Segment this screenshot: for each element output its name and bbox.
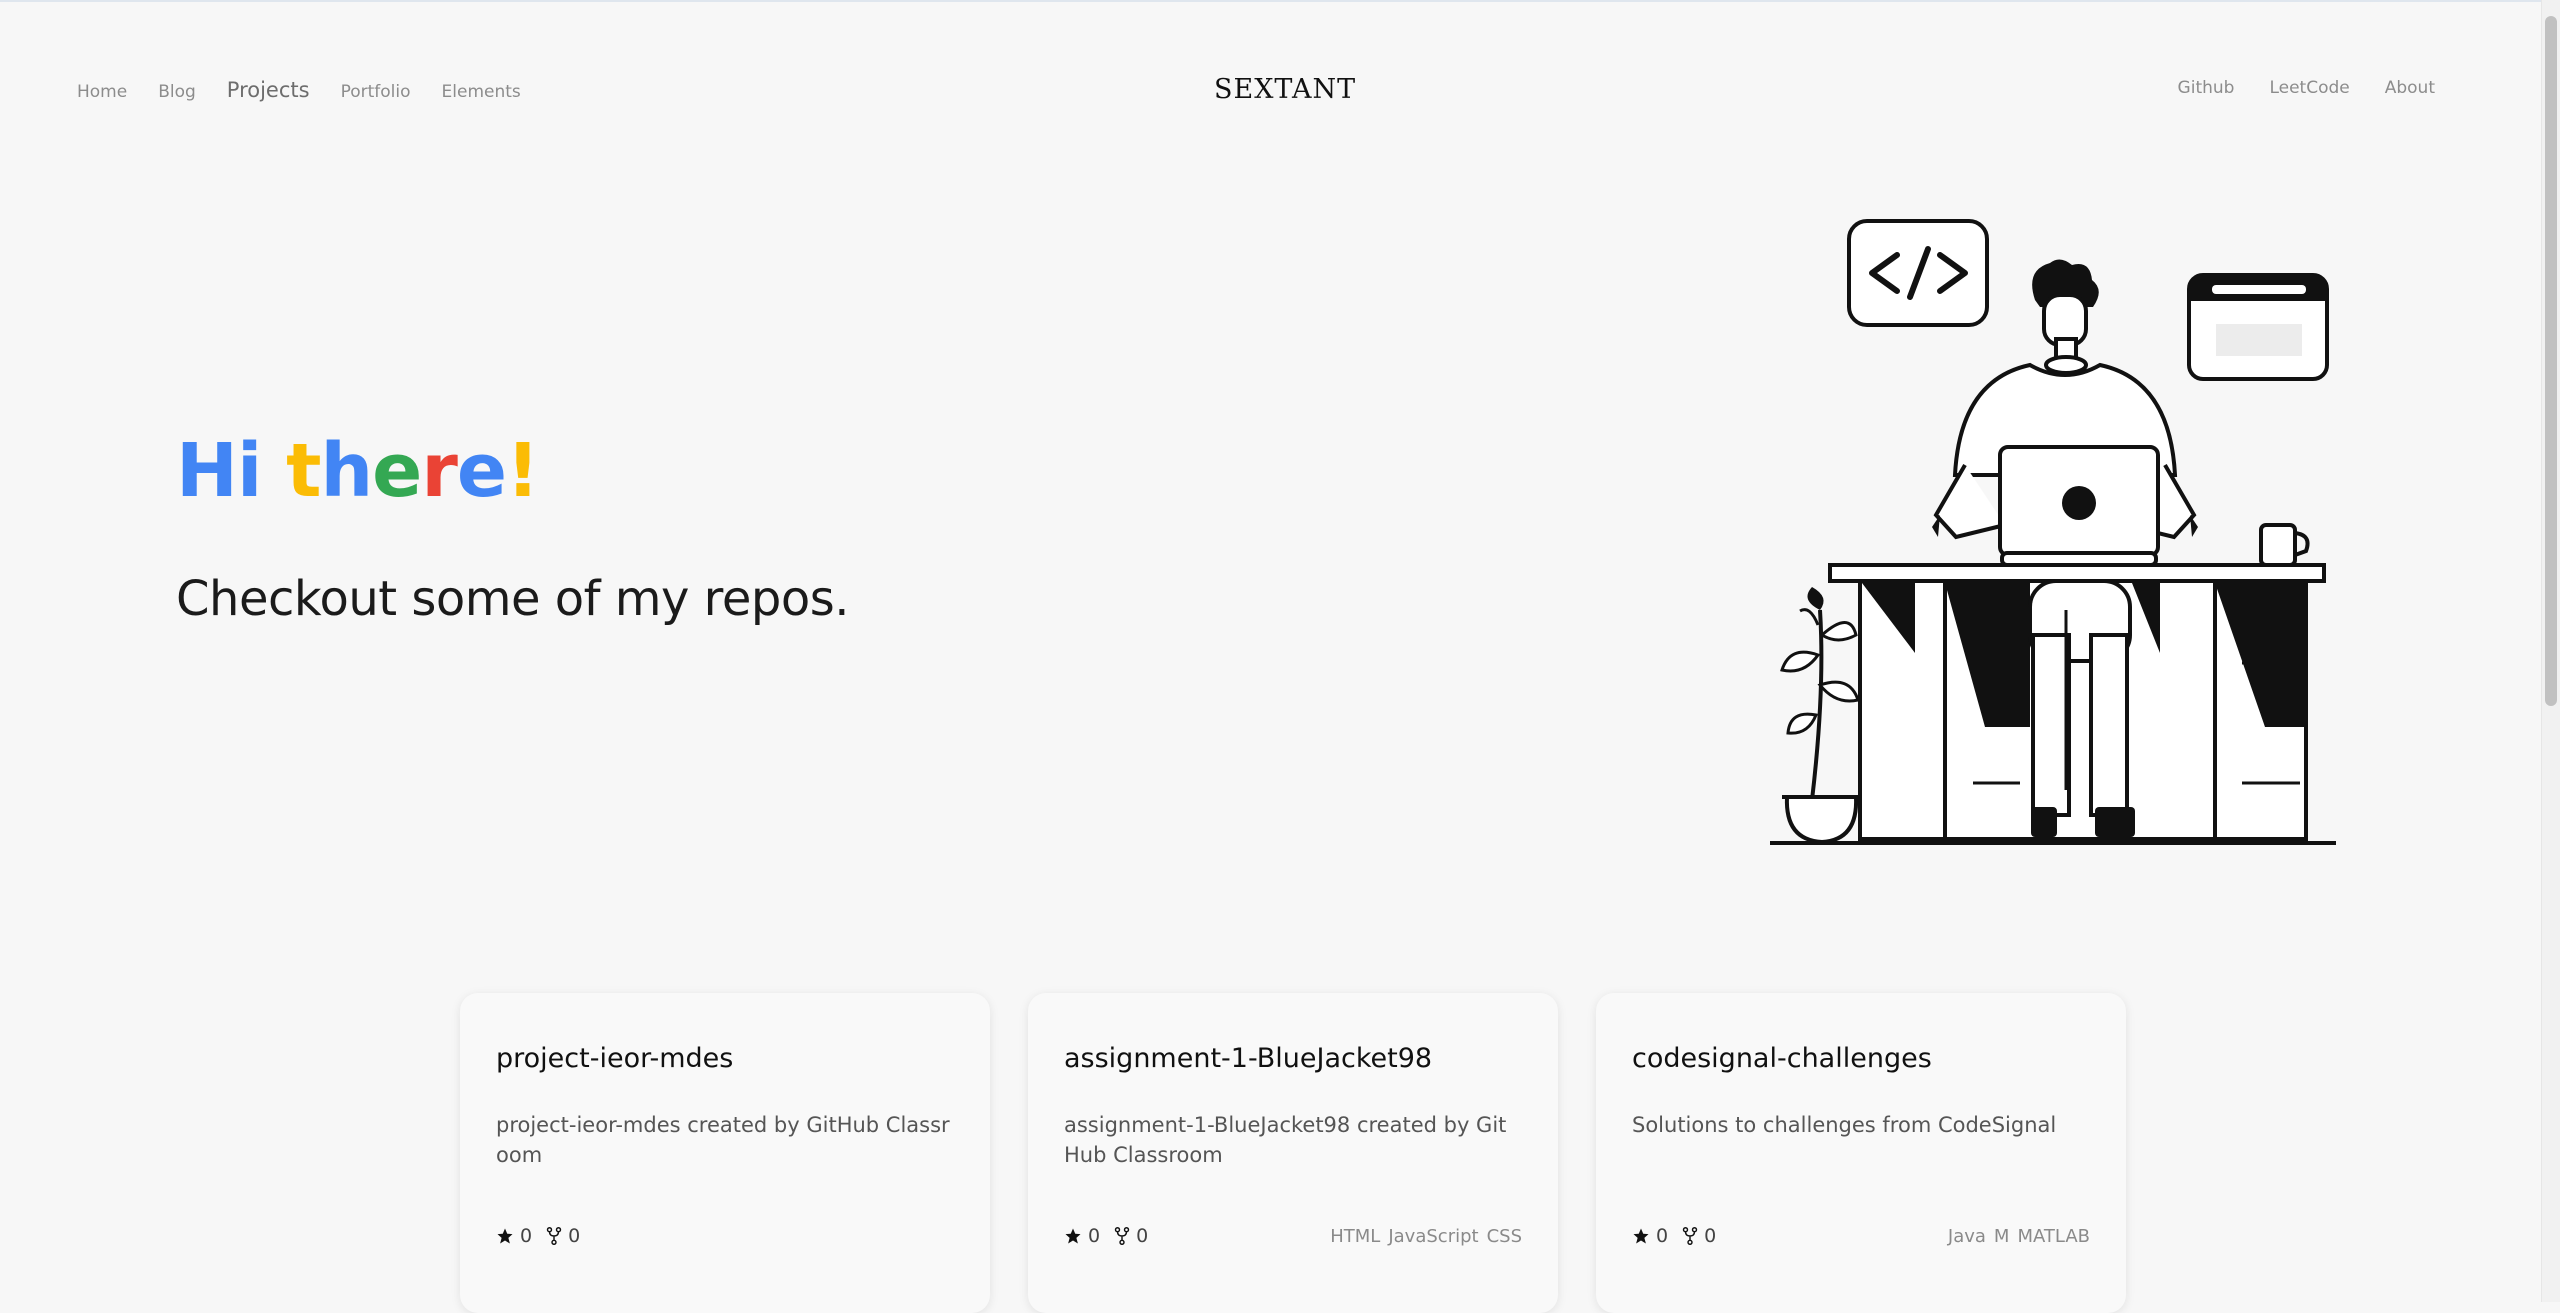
repo-forks: 0 <box>546 1225 580 1247</box>
repo-languages: Java M MATLAB <box>1948 1226 2090 1247</box>
repo-stars: 0 <box>1632 1225 1668 1247</box>
repo-card[interactable]: project-ieor-mdes project-ieor-mdes crea… <box>460 993 990 1313</box>
repo-stars: 0 <box>1064 1225 1100 1247</box>
hero-title-letter <box>261 428 286 514</box>
nav-home[interactable]: Home <box>77 82 127 102</box>
repo-card[interactable]: codesignal-challenges Solutions to chall… <box>1596 993 2126 1313</box>
developer-illustration <box>1770 219 2336 845</box>
hero-title-letter: e <box>372 428 422 514</box>
repo-footer: 0 0 Java M MATLAB <box>1632 1225 2090 1247</box>
plant-icon <box>1780 587 1862 845</box>
fork-count: 0 <box>1136 1225 1149 1247</box>
hero-subtitle: Checkout some of my repos. <box>176 571 850 627</box>
fork-icon <box>1114 1227 1130 1245</box>
star-icon <box>1633 1228 1649 1244</box>
brand-logo[interactable]: SEXTANT <box>1214 74 1356 105</box>
language-tag: CSS <box>1486 1225 1522 1247</box>
star-icon <box>1065 1228 1081 1244</box>
hero-title-letter: i <box>236 428 262 514</box>
repo-description: assignment-1-BlueJacket98 created by Git… <box>1064 1113 1507 1167</box>
mug-icon <box>2259 523 2310 567</box>
nav-projects[interactable]: Projects <box>227 78 310 102</box>
hero-title: Hi there! <box>176 428 540 514</box>
scrollbar-thumb[interactable] <box>2545 16 2557 706</box>
star-count: 0 <box>1656 1225 1669 1247</box>
hero-title-letter: r <box>421 428 457 514</box>
top-nav: Home Blog Projects Portfolio Elements SE… <box>0 0 2540 185</box>
vertical-scrollbar[interactable] <box>2541 0 2560 1302</box>
language-tag: Java <box>1947 1225 1986 1247</box>
repo-forks: 0 <box>1114 1225 1148 1247</box>
repo-forks: 0 <box>1682 1225 1716 1247</box>
repo-stars: 0 <box>496 1225 532 1247</box>
nav-leetcode[interactable]: LeetCode <box>2269 78 2349 98</box>
hero-title-letter: e <box>456 428 507 514</box>
repo-description: project-ieor-mdes created by GitHub Clas… <box>496 1113 950 1167</box>
fork-count: 0 <box>1704 1225 1717 1247</box>
nav-about[interactable]: About <box>2385 78 2435 98</box>
fork-icon <box>1682 1227 1698 1245</box>
hero-title-letter: h <box>320 428 373 514</box>
nav-github[interactable]: Github <box>2178 78 2235 98</box>
star-count: 0 <box>1088 1225 1101 1247</box>
code-icon <box>1847 219 1989 327</box>
repo-name[interactable]: codesignal-challenges <box>1632 1043 2090 1074</box>
language-tag: MATLAB <box>2017 1225 2090 1247</box>
repo-card[interactable]: assignment-1-BlueJacket98 assignment-1-B… <box>1028 993 1558 1313</box>
hero-title-letter: H <box>176 428 238 514</box>
repo-footer: 0 0 <box>496 1225 954 1247</box>
nav-right: Github LeetCode About <box>2143 78 2435 98</box>
repo-cards: project-ieor-mdes project-ieor-mdes crea… <box>460 993 2126 1313</box>
nav-left: Home Blog Projects Portfolio Elements <box>77 78 552 102</box>
hero-title-letter: ! <box>506 428 540 514</box>
browser-window-icon <box>2187 273 2329 381</box>
nav-portfolio[interactable]: Portfolio <box>341 82 411 102</box>
repo-footer: 0 0 HTML JavaScript CSS <box>1064 1225 1522 1247</box>
language-tag: JavaScript <box>1388 1225 1479 1247</box>
repo-languages: HTML JavaScript CSS <box>1330 1226 1522 1247</box>
fork-count: 0 <box>568 1225 581 1247</box>
fork-icon <box>546 1227 562 1245</box>
language-tag: M <box>1993 1225 2010 1247</box>
repo-name[interactable]: assignment-1-BlueJacket98 <box>1064 1043 1522 1074</box>
language-tag: HTML <box>1330 1225 1381 1247</box>
nav-blog[interactable]: Blog <box>158 82 196 102</box>
nav-elements[interactable]: Elements <box>442 82 521 102</box>
star-icon <box>497 1228 513 1244</box>
repo-name[interactable]: project-ieor-mdes <box>496 1043 954 1074</box>
hero-title-letter: t <box>286 428 321 514</box>
repo-description: Solutions to challenges from CodeSignal <box>1632 1113 2057 1137</box>
star-count: 0 <box>520 1225 533 1247</box>
